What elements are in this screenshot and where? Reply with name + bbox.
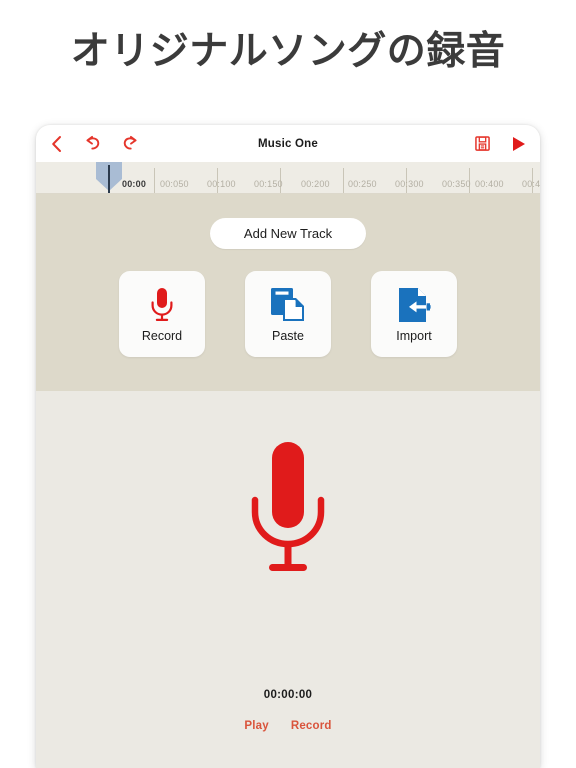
playhead-line [108,165,110,193]
chevron-left-icon[interactable] [50,134,63,154]
toolbar-left-group [50,134,139,154]
import-card[interactable]: Import [371,271,457,357]
play-icon[interactable] [512,136,526,152]
source-cards: Record Paste Import [36,271,540,357]
import-card-label: Import [396,329,432,343]
playhead-handle[interactable] [96,162,122,193]
ruler-tick-label: 00:300 [395,179,424,189]
record-card[interactable]: Record [119,271,205,357]
play-button[interactable]: Play [244,720,268,732]
transport-controls: Play Record [36,720,540,732]
ruler-tick-label: 00:050 [160,179,189,189]
microphone-icon[interactable] [245,438,331,591]
microphone-icon [147,285,177,325]
paste-card-label: Paste [272,329,304,343]
ruler-tick-label: 00:350 [442,179,471,189]
import-document-arrow-icon [396,285,432,325]
ruler-tick-label: 00:00 [122,179,147,189]
toolbar-right-group [475,136,526,152]
record-button[interactable]: Record [291,720,332,732]
recorder-area: 00:00:00 Play Record [36,391,540,768]
add-track-row: Add New Track [36,194,540,249]
paste-card[interactable]: Paste [245,271,331,357]
ruler-tick-label: 00:400 [475,179,504,189]
recording-timer: 00:00:00 [263,689,313,701]
timeline-ruler[interactable]: 00:00 00:050 00:100 00:150 00:200 00:250… [36,162,540,194]
paste-documents-icon [270,285,306,325]
record-card-label: Record [141,329,183,343]
ruler-tick-label: 00:150 [254,179,283,189]
track-setup-area: Add New Track Record Paste Import [36,194,540,391]
ruler-tick-label: 00:100 [207,179,236,189]
add-new-track-button[interactable]: Add New Track [209,218,367,249]
save-floppy-icon[interactable] [475,136,490,151]
toolbar: Music One [36,125,540,162]
redo-icon[interactable] [122,135,139,153]
ruler-tick-label: 00:450 [522,179,540,189]
page-title: オリジナルソングの録音 [70,29,506,74]
app-panel: Music One 00:00 00:050 00:100 00:150 00:… [36,125,540,768]
ruler-tick-label: 00:250 [348,179,377,189]
undo-icon[interactable] [84,135,101,153]
ruler-tick-label: 00:200 [301,179,330,189]
